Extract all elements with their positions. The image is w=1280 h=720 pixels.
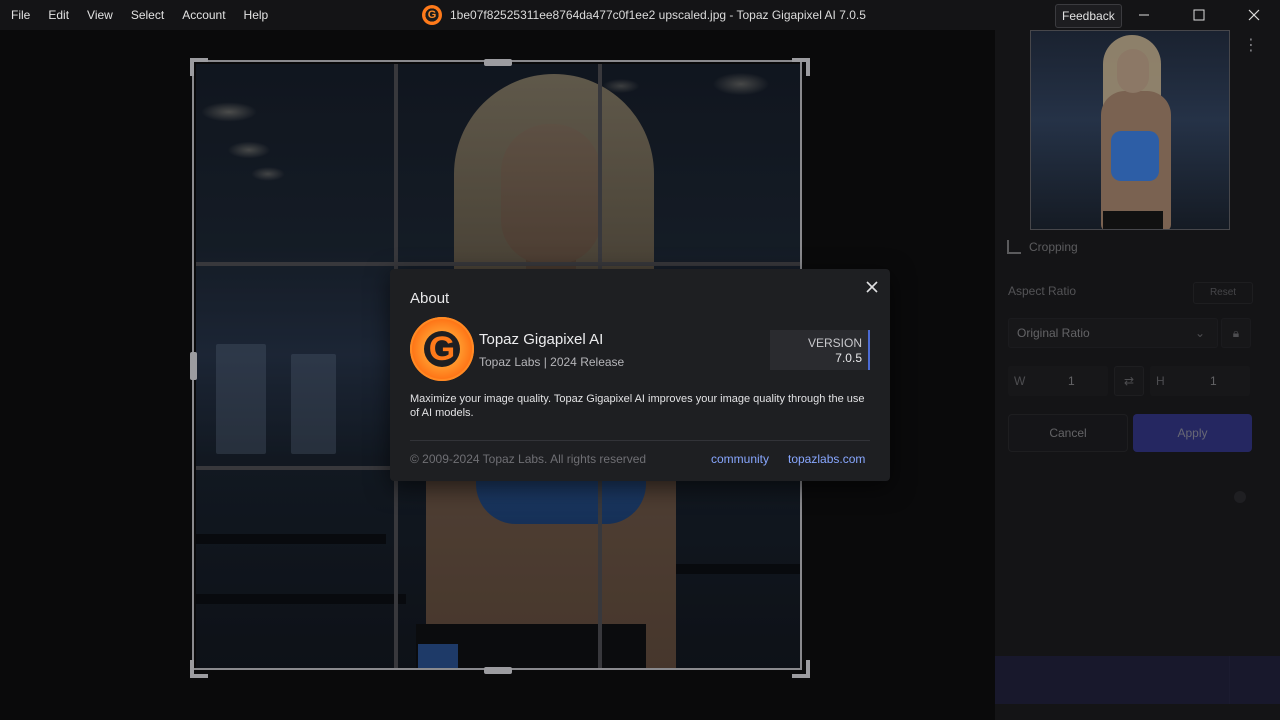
swap-dimensions-button[interactable]: ⇄ [1114, 366, 1144, 396]
cancel-button[interactable]: Cancel [1008, 414, 1128, 452]
toggle-dot-icon [1234, 491, 1246, 503]
menu-file[interactable]: File [2, 0, 39, 30]
export-options-button[interactable] [1229, 656, 1280, 704]
menu-bar: File Edit View Select Account Help [0, 0, 277, 30]
width-value: 1 [1068, 374, 1075, 388]
reset-button[interactable]: Reset [1193, 282, 1253, 304]
close-icon [866, 281, 878, 293]
aspect-ratio-value: Original Ratio [1017, 326, 1090, 340]
swap-icon: ⇄ [1123, 374, 1135, 388]
width-label: W [1014, 374, 1026, 388]
divider [410, 440, 870, 441]
right-panel: ⋮ Cropping Aspect Ratio Reset Original R… [995, 30, 1280, 720]
chevron-down-icon: ⌄ [1194, 326, 1205, 340]
gigapixel-logo-icon: G [410, 317, 474, 381]
version-box: VERSION 7.0.5 [770, 330, 870, 370]
minimize-icon [1139, 14, 1149, 16]
crop-handle-bottom-right[interactable] [792, 660, 810, 678]
crop-handle-top[interactable] [484, 59, 512, 66]
aspect-ratio-label: Aspect Ratio [1008, 284, 1077, 298]
crop-icon [1007, 240, 1021, 254]
minimize-button[interactable] [1121, 0, 1167, 30]
community-link[interactable]: community [711, 452, 769, 466]
export-button[interactable] [995, 656, 1280, 704]
dialog-close-button[interactable] [864, 279, 880, 295]
menu-view[interactable]: View [78, 0, 122, 30]
apply-button[interactable]: Apply [1133, 414, 1252, 452]
cropping-label: Cropping [1029, 240, 1078, 254]
lock-icon: 🔒︎ [1232, 326, 1240, 340]
version-number: 7.0.5 [835, 351, 862, 365]
ai-models-row[interactable] [1008, 485, 1258, 509]
model-chip[interactable] [1008, 598, 1128, 628]
app-name: Topaz Gigapixel AI [479, 331, 604, 348]
cropping-header: Cropping [1007, 240, 1078, 254]
website-link[interactable]: topazlabs.com [788, 452, 865, 466]
window-title-group: G 1be07f82525311ee8764da477c0f1ee2 upsca… [422, 0, 866, 30]
maximize-icon [1193, 9, 1205, 21]
height-value: 1 [1210, 374, 1217, 388]
copyright-text: © 2009-2024 Topaz Labs. All rights reser… [410, 452, 647, 466]
crop-handle-bottom-left[interactable] [190, 660, 208, 678]
menu-edit[interactable]: Edit [39, 0, 78, 30]
close-icon [1248, 9, 1260, 21]
title-bar: File Edit View Select Account Help G 1be… [0, 0, 1280, 30]
model-chip[interactable] [1132, 561, 1252, 591]
dialog-title: About [410, 290, 450, 307]
crop-handle-top-left[interactable] [190, 58, 208, 76]
model-chip[interactable] [1132, 598, 1252, 628]
more-options-icon[interactable]: ⋮ [1243, 36, 1259, 56]
lock-ratio-button[interactable]: 🔒︎ [1221, 318, 1251, 348]
about-dialog: About G Topaz Gigapixel AI Topaz Labs | … [390, 269, 890, 481]
menu-select[interactable]: Select [122, 0, 173, 30]
window-title: 1be07f82525311ee8764da477c0f1ee2 upscale… [450, 8, 866, 22]
app-description: Maximize your image quality. Topaz Gigap… [410, 393, 865, 419]
app-logo-icon: G [422, 5, 442, 25]
width-field[interactable]: W 1 [1008, 366, 1108, 396]
aspect-ratio-select[interactable]: Original Ratio ⌄ [1008, 318, 1218, 348]
height-field[interactable]: H 1 [1150, 366, 1250, 396]
crop-handle-left[interactable] [190, 352, 197, 380]
maximize-button[interactable] [1176, 0, 1222, 30]
app-publisher-release: Topaz Labs | 2024 Release [479, 355, 625, 369]
navigator-thumbnail[interactable] [1030, 30, 1230, 230]
version-label: VERSION [807, 336, 862, 350]
menu-account[interactable]: Account [173, 0, 234, 30]
close-window-button[interactable] [1231, 0, 1277, 30]
model-chip[interactable] [1008, 561, 1128, 591]
feedback-button[interactable]: Feedback [1055, 4, 1122, 28]
crop-handle-top-right[interactable] [792, 58, 810, 76]
height-label: H [1156, 374, 1165, 388]
menu-help[interactable]: Help [235, 0, 278, 30]
crop-handle-bottom[interactable] [484, 667, 512, 674]
